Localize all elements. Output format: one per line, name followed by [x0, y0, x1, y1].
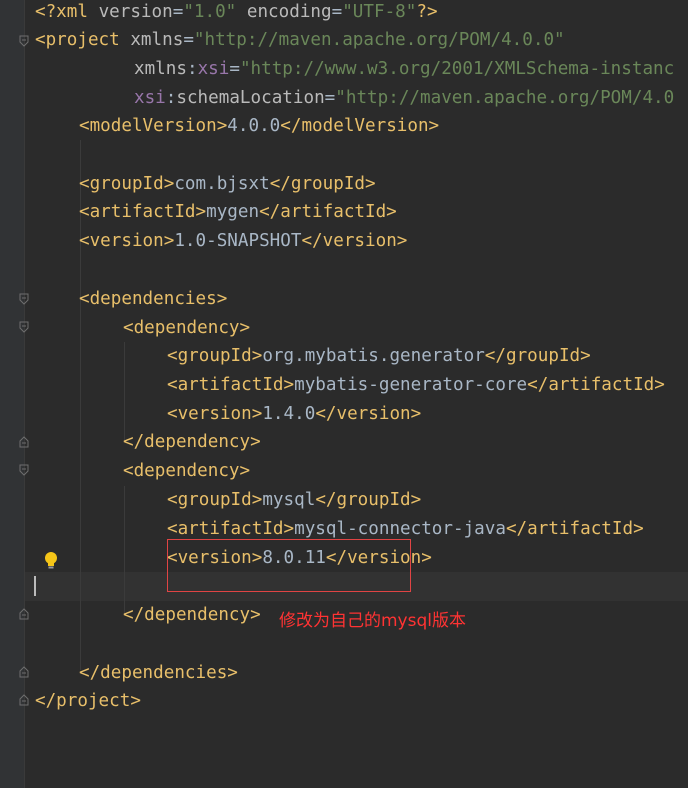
- annotation-highlight-box: [167, 539, 411, 592]
- code-line[interactable]: xsi:schemaLocation="http://maven.apache.…: [134, 86, 674, 110]
- annotation-text: 修改为自己的mysql版本: [279, 611, 466, 631]
- code-line[interactable]: xmlns:xsi="http://www.w3.org/2001/XMLSch…: [134, 57, 674, 81]
- code-line[interactable]: <?xml version="1.0" encoding="UTF-8"?>: [35, 0, 438, 24]
- indent-guide: [124, 342, 125, 442]
- text-caret: [34, 576, 36, 596]
- code-line[interactable]: <project xmlns="http://maven.apache.org/…: [35, 28, 565, 52]
- fold-marker-icon[interactable]: [17, 292, 31, 306]
- code-line[interactable]: <version>1.4.0</version>: [167, 402, 421, 426]
- code-editor[interactable]: <?xml version="1.0" encoding="UTF-8"?> <…: [0, 0, 688, 788]
- fold-marker-icon[interactable]: [17, 320, 31, 334]
- fold-marker-icon[interactable]: [17, 607, 31, 621]
- code-line[interactable]: <groupId>com.bjsxt</groupId>: [79, 172, 376, 196]
- lightbulb-icon[interactable]: [43, 551, 59, 571]
- code-line[interactable]: <artifactId>mysql-connector-java</artifa…: [167, 517, 644, 541]
- code-line[interactable]: <dependency>: [123, 316, 250, 340]
- fold-marker-icon[interactable]: [17, 435, 31, 449]
- fold-marker-icon[interactable]: [17, 34, 31, 48]
- code-line[interactable]: <dependencies>: [79, 287, 227, 311]
- code-line[interactable]: </dependencies>: [79, 661, 238, 685]
- indent-guide: [124, 486, 125, 614]
- fold-marker-icon[interactable]: [17, 693, 31, 707]
- code-line[interactable]: <version>1.0-SNAPSHOT</version>: [79, 229, 407, 253]
- code-line[interactable]: </dependency>: [123, 603, 261, 627]
- code-line[interactable]: </dependency>: [123, 430, 261, 454]
- code-line[interactable]: <dependency>: [123, 459, 250, 483]
- code-line[interactable]: </project>: [35, 689, 141, 713]
- code-line[interactable]: <artifactId>mygen</artifactId>: [79, 200, 397, 224]
- code-line[interactable]: <modelVersion>4.0.0</modelVersion>: [79, 114, 439, 138]
- fold-marker-icon[interactable]: [17, 665, 31, 679]
- code-line[interactable]: <artifactId>mybatis-generator-core</arti…: [167, 373, 665, 397]
- code-line[interactable]: <groupId>org.mybatis.generator</groupId>: [167, 344, 591, 368]
- code-line[interactable]: <groupId>mysql</groupId>: [167, 488, 421, 512]
- fold-marker-icon[interactable]: [17, 463, 31, 477]
